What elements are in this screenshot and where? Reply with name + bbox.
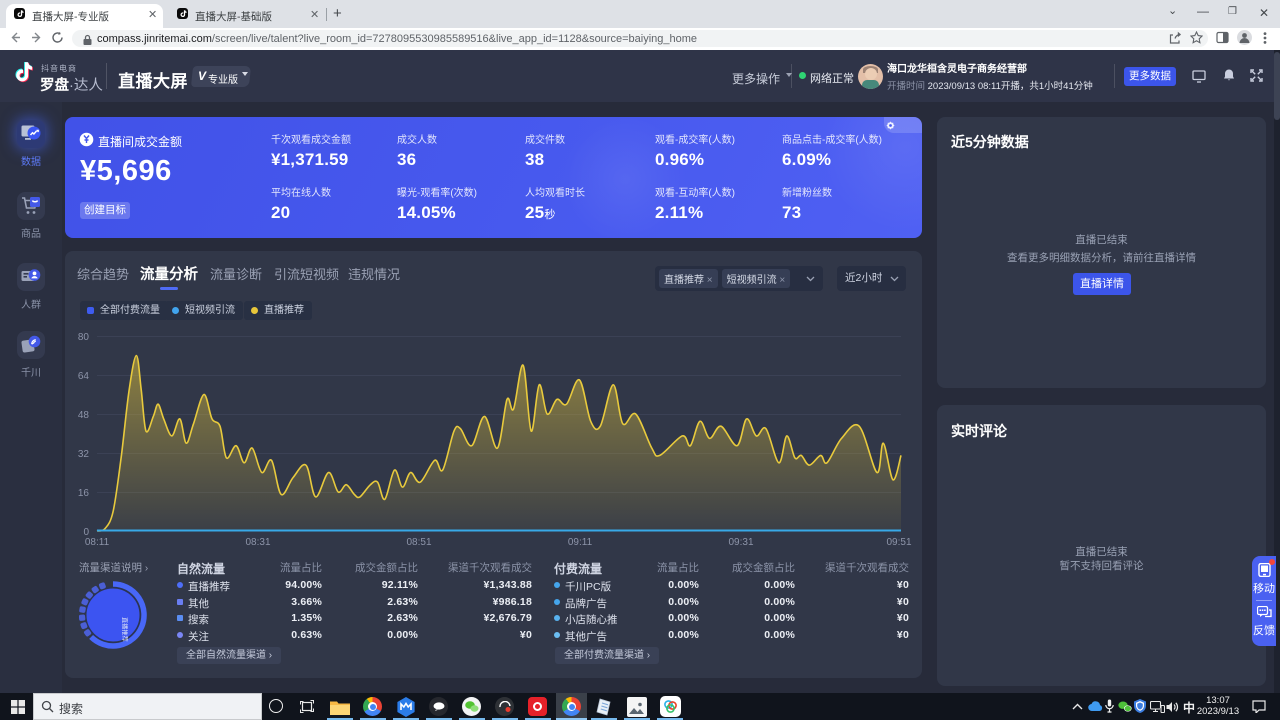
svg-text:08:11: 08:11 (85, 537, 110, 548)
svg-text:09:11: 09:11 (568, 537, 593, 548)
svg-text:09:31: 09:31 (728, 537, 753, 548)
svg-text:16: 16 (78, 488, 90, 499)
svg-text:32: 32 (78, 449, 90, 460)
svg-text:64: 64 (78, 371, 90, 382)
svg-text:直播推荐: 直播推荐 (121, 617, 129, 642)
svg-text:48: 48 (78, 410, 90, 421)
svg-text:09:51: 09:51 (886, 537, 911, 548)
svg-text:08:51: 08:51 (406, 537, 431, 548)
svg-text:08:31: 08:31 (245, 537, 270, 548)
svg-text:80: 80 (78, 332, 90, 343)
